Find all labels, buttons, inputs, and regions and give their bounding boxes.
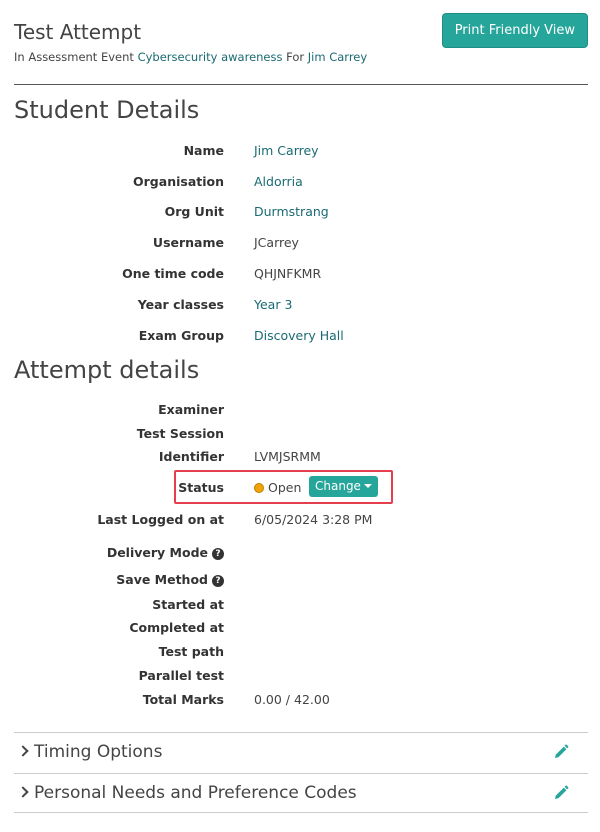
detail-row-one-time-code: One time code QHJNFKMR — [14, 266, 588, 286]
question-circle-icon[interactable]: ? — [212, 575, 224, 587]
attempt-row-examiner: Examiner — [14, 402, 588, 422]
detail-row-organisation: Organisation Aldorria — [14, 174, 588, 194]
detail-label: Examiner — [158, 402, 224, 417]
detail-label: Org Unit — [164, 204, 224, 219]
accordion-label: Personal Needs and Preference Codes — [34, 783, 357, 803]
question-circle-icon[interactable]: ? — [212, 548, 224, 560]
exam-group-link[interactable]: Discovery Hall — [254, 328, 344, 343]
attempt-row-completed: Completed at — [14, 620, 588, 640]
last-logged-value: 6/05/2024 3:28 PM — [254, 512, 373, 527]
attempt-row-test-session: Test Session — [14, 426, 588, 446]
attempt-row-identifier: Identifier LVMJSRMM — [14, 449, 588, 469]
page-subtitle: In Assessment Event Cybersecurity awaren… — [14, 50, 367, 64]
status-dot-icon — [254, 483, 264, 493]
detail-label: Test path — [158, 644, 224, 659]
pencil-icon[interactable] — [552, 743, 570, 761]
chevron-right-icon — [17, 745, 29, 757]
identifier-value: LVMJSRMM — [254, 449, 321, 464]
change-status-button[interactable]: Change — [309, 476, 378, 497]
save-method-label: Save Method — [116, 572, 208, 587]
detail-label: Parallel test — [138, 668, 224, 683]
change-button-label: Change — [315, 479, 361, 493]
detail-label: Save Method? — [116, 572, 224, 587]
detail-label: Last Logged on at — [97, 512, 224, 527]
detail-label: Started at — [152, 597, 224, 612]
detail-label: Test Session — [136, 426, 224, 441]
detail-row-exam-group: Exam Group Discovery Hall — [14, 328, 588, 348]
detail-label: Organisation — [133, 174, 224, 189]
username-value: JCarrey — [254, 235, 299, 250]
student-details-heading: Student Details — [14, 96, 200, 124]
chevron-right-icon — [17, 786, 29, 798]
caret-down-icon — [363, 484, 372, 488]
detail-label: Year classes — [137, 297, 224, 312]
attempt-row-test-path: Test path — [14, 644, 588, 664]
print-friendly-view-button[interactable]: Print Friendly View — [441, 13, 588, 48]
accordion-personal-needs[interactable]: Personal Needs and Preference Codes — [14, 773, 588, 813]
attempt-row-parallel-test: Parallel test — [14, 668, 588, 688]
page: Test Attempt In Assessment Event Cyberse… — [14, 0, 588, 813]
detail-label: Total Marks — [142, 692, 224, 707]
organisation-link[interactable]: Aldorria — [254, 174, 303, 189]
page-header: Test Attempt In Assessment Event Cyberse… — [14, 0, 588, 85]
pencil-icon[interactable] — [552, 784, 570, 802]
detail-label: Completed at — [129, 620, 224, 635]
attempt-row-delivery-mode: Delivery Mode? — [14, 545, 588, 565]
detail-row-org-unit: Org Unit Durmstrang — [14, 204, 588, 224]
attempt-row-total-marks: Total Marks 0.00 / 42.00 — [14, 692, 588, 712]
accordion-timing-options[interactable]: Timing Options — [14, 732, 588, 772]
accordion-label: Timing Options — [34, 742, 163, 762]
year-classes-link[interactable]: Year 3 — [254, 297, 292, 312]
org-unit-link[interactable]: Durmstrang — [254, 204, 329, 219]
detail-label: Status — [178, 480, 224, 495]
detail-label: Exam Group — [138, 328, 224, 343]
student-link[interactable]: Jim Carrey — [308, 50, 367, 64]
attempt-details-heading: Attempt details — [14, 356, 200, 384]
subtitle-for: For — [286, 50, 305, 64]
detail-label: Name — [183, 143, 224, 158]
name-link[interactable]: Jim Carrey — [254, 143, 319, 158]
detail-row-username: Username JCarrey — [14, 235, 588, 255]
status-text: Open — [268, 480, 302, 495]
attempt-row-save-method: Save Method? — [14, 572, 588, 592]
detail-label: One time code — [122, 266, 224, 281]
detail-label: Username — [152, 235, 224, 250]
one-time-code-value: QHJNFKMR — [254, 266, 322, 281]
total-marks-value: 0.00 / 42.00 — [254, 692, 330, 707]
detail-row-year-classes: Year classes Year 3 — [14, 297, 588, 317]
detail-label: Identifier — [158, 449, 224, 464]
page-title: Test Attempt — [14, 20, 142, 44]
assessment-event-link[interactable]: Cybersecurity awareness — [138, 50, 283, 64]
attempt-row-status: Status Open — [14, 480, 588, 500]
delivery-mode-label: Delivery Mode — [106, 545, 208, 560]
detail-row-name: Name Jim Carrey — [14, 143, 588, 163]
status-value: Open — [254, 480, 301, 495]
subtitle-prefix: In Assessment Event — [14, 50, 134, 64]
attempt-row-started: Started at — [14, 597, 588, 617]
attempt-row-last-logged: Last Logged on at 6/05/2024 3:28 PM — [14, 512, 588, 532]
detail-label: Delivery Mode? — [107, 545, 224, 560]
